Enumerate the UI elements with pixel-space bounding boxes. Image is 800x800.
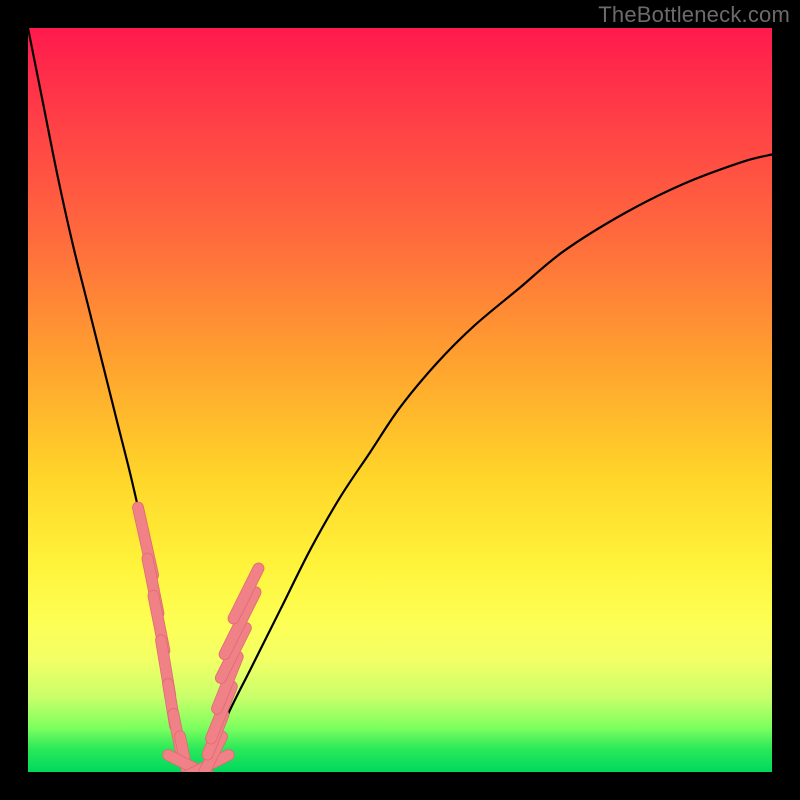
chart-frame: TheBottleneck.com bbox=[0, 0, 800, 800]
marker-group bbox=[131, 501, 265, 772]
plot-area bbox=[28, 28, 772, 772]
curve-svg bbox=[28, 28, 772, 772]
bottleneck-curve bbox=[28, 28, 772, 768]
watermark-text: TheBottleneck.com bbox=[598, 2, 790, 28]
